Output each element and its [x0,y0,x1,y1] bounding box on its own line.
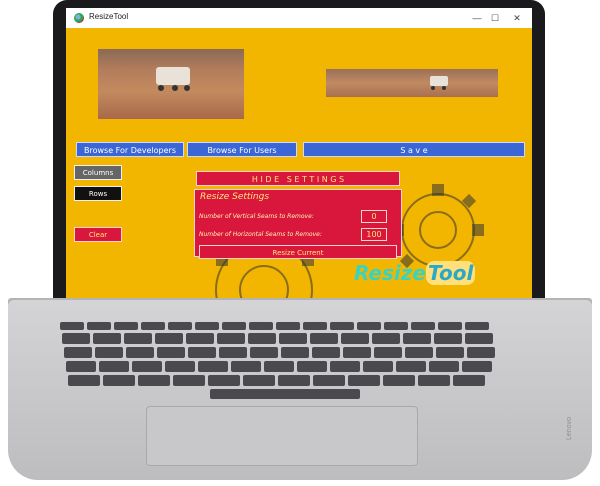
keyboard-key [418,375,450,386]
keyboard-key [383,375,415,386]
keyboard-key [138,375,170,386]
settings-title: Resize Settings [200,192,270,202]
keyboard-key [157,347,185,358]
horizontal-seams-label: Number of Horizontal Seams to Remove: [199,231,322,238]
keyboard-key [312,347,340,358]
keyboard-key [341,333,369,344]
keyboard-key [186,333,214,344]
resizetool-logo: Resize Tool [354,261,476,285]
vertical-seams-label: Number of Vertical Seams to Remove: [199,213,314,220]
keyboard-key [87,322,111,330]
keyboard-key [231,361,261,372]
browse-developers-button[interactable]: Browse For Developers [76,142,184,157]
rows-button[interactable]: Rows [74,186,122,201]
resize-current-button[interactable]: Resize Current [199,245,397,259]
keyboard-key [436,347,464,358]
app-window: ResizeTool — ☐ ✕ Browse For Developers B… [66,8,532,298]
browse-users-button[interactable]: Browse For Users [187,142,297,157]
keyboard-key [396,361,426,372]
keyboard-key [198,361,228,372]
keyboard-key [99,361,129,372]
keyboard-key [313,375,345,386]
keyboard-key [126,347,154,358]
keyboard-key [330,322,354,330]
keyboard-key [219,347,247,358]
keyboard-key [465,322,489,330]
keyboard [60,322,536,399]
keyboard-key [462,361,492,372]
resized-image [326,69,498,97]
keyboard-key [93,333,121,344]
columns-button[interactable]: Columns [74,165,122,180]
keyboard-key [276,322,300,330]
keyboard-key [467,347,495,358]
keyboard-key [195,322,219,330]
keyboard-key [173,375,205,386]
keyboard-key [281,347,309,358]
clear-button[interactable]: Clear [74,227,122,242]
keyboard-key [243,375,275,386]
keyboard-key [60,322,84,330]
keyboard-key [374,347,402,358]
keyboard-key [62,333,90,344]
keyboard-key [297,361,327,372]
keyboard-key [141,322,165,330]
resize-settings-panel: Resize Settings Number of Vertical Seams… [194,189,402,259]
keyboard-key [208,375,240,386]
keyboard-key [124,333,152,344]
logo-part-resize: Resize [354,261,426,285]
keyboard-key [343,347,371,358]
keyboard-key [438,322,462,330]
keyboard-key [411,322,435,330]
keyboard-key [248,333,276,344]
keyboard-key [64,347,92,358]
keyboard-key [405,347,433,358]
save-button[interactable]: S a v e [303,142,525,157]
laptop-brand: Lenovo [566,417,573,440]
logo-part-tool: Tool [425,261,476,285]
keyboard-key [222,322,246,330]
keyboard-key [310,333,338,344]
keyboard-key [155,333,183,344]
keyboard-key [429,361,459,372]
keyboard-key [357,322,381,330]
keyboard-key [95,347,123,358]
keyboard-key [403,333,431,344]
keyboard-key [278,375,310,386]
keyboard-key [103,375,135,386]
keyboard-key [66,361,96,372]
keyboard-key [250,347,278,358]
horizontal-seams-input[interactable]: 100 [361,228,387,241]
keyboard-key [453,375,485,386]
original-image [98,49,244,119]
vertical-seams-input[interactable]: 0 [361,210,387,223]
keyboard-key [132,361,162,372]
keyboard-key [348,375,380,386]
keyboard-key [384,322,408,330]
keyboard-key [372,333,400,344]
keyboard-key [114,322,138,330]
space-bar [210,389,360,399]
keyboard-key [217,333,245,344]
keyboard-key [303,322,327,330]
hide-settings-button[interactable]: H I D E S E T T I N G S [196,171,400,186]
keyboard-key [330,361,360,372]
keyboard-key [434,333,462,344]
keyboard-key [168,322,192,330]
keyboard-key [465,333,493,344]
keyboard-key [363,361,393,372]
keyboard-key [68,375,100,386]
keyboard-key [165,361,195,372]
keyboard-key [249,322,273,330]
touchpad [146,406,418,466]
keyboard-key [188,347,216,358]
keyboard-key [279,333,307,344]
keyboard-key [264,361,294,372]
